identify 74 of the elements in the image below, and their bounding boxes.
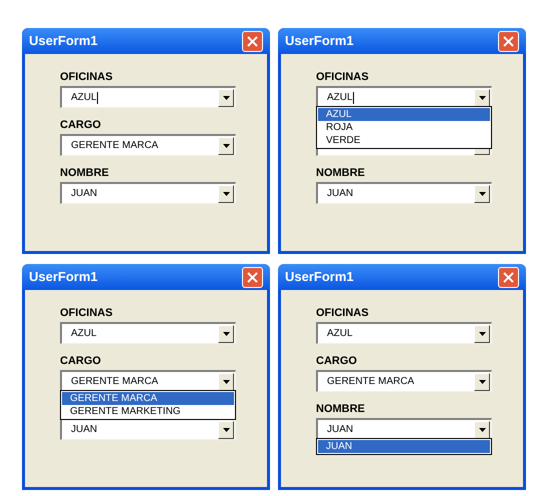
field-label: CARGO [60, 120, 101, 131]
combo-box[interactable]: JUAN [316, 418, 492, 440]
caret-icon [222, 380, 230, 384]
caret-icon [478, 380, 486, 384]
combo-box[interactable]: AZUL [316, 322, 492, 344]
dropdown-button[interactable] [474, 324, 490, 342]
field-label: NOMBRE [316, 404, 365, 415]
text-cursor [352, 92, 354, 104]
dropdown-button[interactable] [218, 324, 234, 342]
list-item[interactable]: GERENTE MARCA [62, 392, 234, 405]
dropdown-button[interactable] [474, 420, 490, 438]
field-label: OFICINAS [316, 72, 369, 83]
dropdown-button[interactable] [474, 88, 490, 106]
field-label: OFICINAS [316, 308, 369, 319]
dropdown-button[interactable] [218, 372, 234, 390]
caret-icon [222, 332, 230, 336]
combo-box[interactable]: JUAN [316, 182, 492, 204]
window-title: UserForm1 [29, 268, 98, 286]
caret-icon [478, 332, 486, 336]
list-item[interactable]: ROJA [318, 121, 490, 134]
combo-box[interactable]: AZUL [316, 86, 492, 108]
combo-value: AZUL [327, 327, 353, 341]
combo-value: GERENTE MARCA [71, 375, 158, 389]
list-item[interactable]: VERDE [318, 134, 490, 147]
close-icon [247, 272, 258, 282]
close-button[interactable] [498, 266, 519, 288]
caret-icon [478, 192, 486, 196]
field-label: CARGO [60, 356, 101, 367]
combo-value: AZUL [327, 91, 353, 105]
combo-value: JUAN [71, 423, 98, 437]
close-button[interactable] [242, 266, 263, 288]
close-icon [503, 272, 514, 282]
caret-icon [222, 428, 230, 432]
combo-box[interactable]: GERENTE MARCA [60, 134, 236, 156]
close-icon [247, 36, 258, 46]
dropdown-button[interactable] [218, 420, 234, 438]
combo-box[interactable]: GERENTE MARCA [60, 370, 236, 392]
combo-box[interactable]: AZUL [60, 322, 236, 344]
combo-value: AZUL [71, 327, 97, 341]
field-label: NOMBRE [316, 168, 365, 179]
caret-icon [478, 96, 486, 100]
combo-box[interactable]: JUAN [60, 418, 236, 440]
combo-value: AZUL [71, 91, 97, 105]
field-label: OFICINAS [60, 72, 113, 83]
caret-icon [222, 96, 230, 100]
combo-box[interactable]: AZUL [60, 86, 236, 108]
caret-icon [478, 428, 486, 432]
caret-icon [222, 192, 230, 196]
dropdown-button[interactable] [218, 136, 234, 154]
combo-value: GERENTE MARCA [327, 375, 414, 389]
text-cursor [96, 92, 98, 104]
list-item[interactable]: JUAN [318, 440, 490, 453]
window-title: UserForm1 [29, 32, 98, 50]
close-button[interactable] [498, 30, 519, 52]
combo-value: JUAN [327, 423, 354, 437]
window-title: UserForm1 [285, 32, 354, 50]
dropdown-button[interactable] [218, 88, 234, 106]
combo-value: JUAN [71, 187, 98, 201]
close-icon [503, 36, 514, 46]
combo-value: GERENTE MARCA [71, 139, 158, 153]
dropdown-button[interactable] [474, 184, 490, 202]
list-item[interactable]: GERENTE MARKETING [62, 405, 234, 418]
dropdown-button[interactable] [218, 184, 234, 202]
combo-box[interactable]: JUAN [60, 182, 236, 204]
caret-icon [222, 144, 230, 148]
close-button[interactable] [242, 30, 263, 52]
combo-box[interactable]: GERENTE MARCA [316, 370, 492, 392]
field-label: CARGO [316, 356, 357, 367]
list-item[interactable]: AZUL [318, 108, 490, 121]
combo-value: JUAN [327, 187, 354, 201]
dropdown-button[interactable] [474, 372, 490, 390]
field-label: NOMBRE [60, 168, 109, 179]
window-title: UserForm1 [285, 268, 354, 286]
field-label: OFICINAS [60, 308, 113, 319]
